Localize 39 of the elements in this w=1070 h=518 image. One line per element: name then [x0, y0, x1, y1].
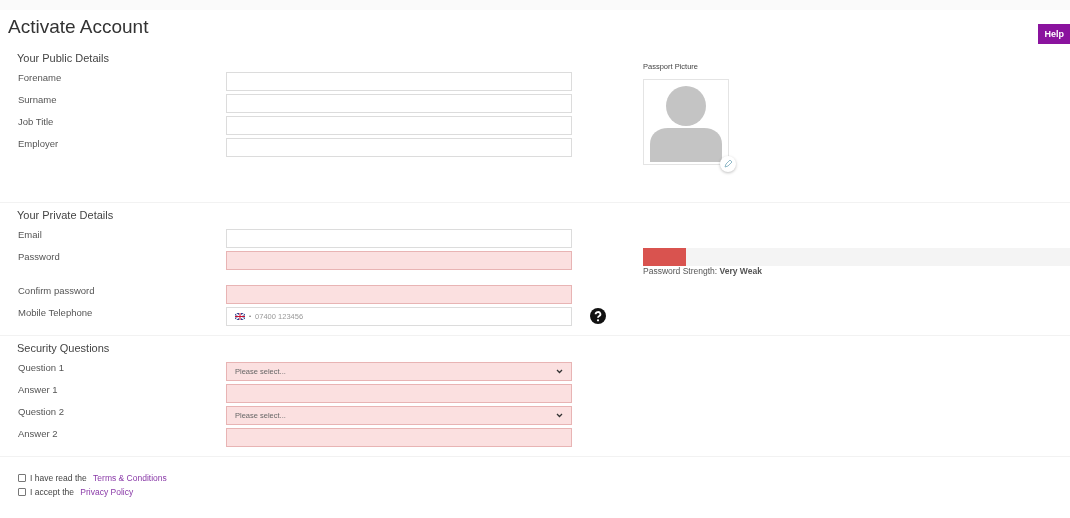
- field-label: Employer: [18, 137, 60, 149]
- field-label: Forename: [18, 71, 63, 83]
- input-field[interactable]: [226, 250, 572, 270]
- section-heading: Your Private Details: [17, 209, 115, 223]
- input-field[interactable]: [226, 228, 572, 248]
- input-field[interactable]: [226, 284, 572, 304]
- field-label: Mobile Telephone: [18, 306, 94, 318]
- checkbox[interactable]: [18, 488, 26, 496]
- field-label: Password: [18, 250, 61, 262]
- edit-button[interactable]: [720, 156, 736, 172]
- policy-link[interactable]: Terms & Conditions: [93, 473, 167, 483]
- input-field[interactable]: [226, 115, 572, 135]
- checkbox[interactable]: [18, 474, 26, 482]
- section-heading: Your Public Details: [17, 52, 110, 66]
- flag-icon: [235, 312, 245, 320]
- chevron-icon: [556, 412, 563, 418]
- field-label: Surname: [18, 93, 58, 105]
- policy-link[interactable]: Privacy Policy: [80, 487, 134, 497]
- field-label: Answer 1: [18, 383, 59, 395]
- help-button[interactable]: Help: [1038, 24, 1070, 44]
- field-label: Email: [18, 228, 43, 240]
- field-label: Question 1: [18, 361, 65, 373]
- help-icon[interactable]: [590, 308, 606, 324]
- section-heading: Security Questions: [17, 342, 111, 356]
- field-label: Answer 2: [18, 427, 59, 439]
- input-field[interactable]: [226, 427, 572, 447]
- chevron-icon: [556, 368, 563, 374]
- field-label: Job Title: [18, 115, 55, 127]
- page-title: Activate Account: [8, 16, 149, 38]
- agreement-text: I accept the: [30, 487, 75, 497]
- agreement-text: I have read the: [30, 473, 88, 483]
- input-field[interactable]: [226, 71, 572, 91]
- field-label: Confirm password: [18, 284, 96, 296]
- strength-label: Password Strength: Very Weak: [643, 266, 763, 276]
- pencil-icon: [724, 160, 732, 168]
- input-field[interactable]: [226, 93, 572, 113]
- input-field[interactable]: [226, 383, 572, 403]
- input-field[interactable]: [226, 137, 572, 157]
- field-label: Question 2: [18, 405, 65, 417]
